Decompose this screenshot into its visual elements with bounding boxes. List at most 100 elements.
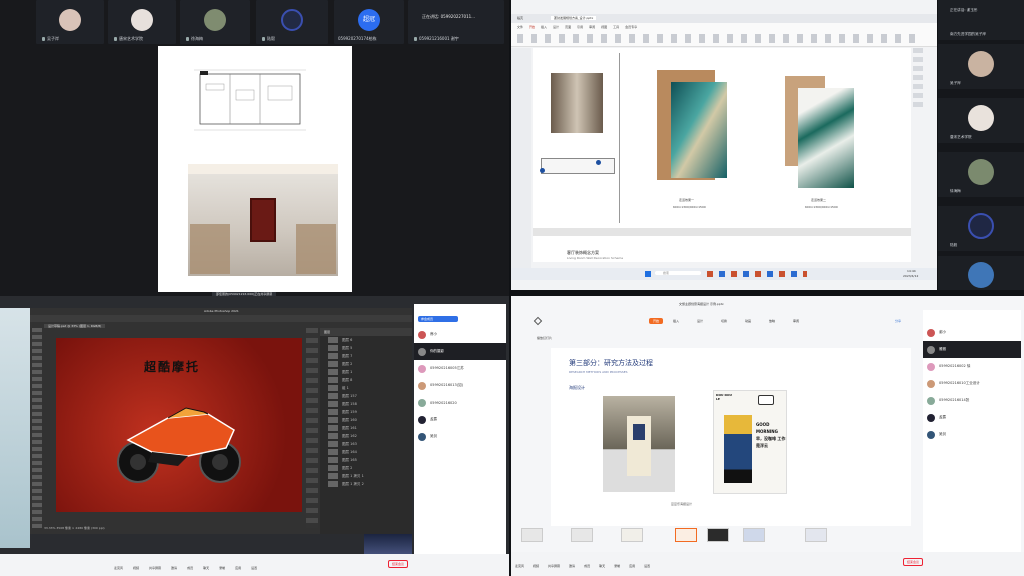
member-row[interactable]: 你的摄影 [414, 343, 506, 360]
layer-row[interactable]: 图层 160 [320, 416, 412, 424]
menu-file[interactable]: 文件 [517, 25, 523, 29]
member-row[interactable]: 059920216014张 [923, 392, 1021, 409]
layer-row[interactable]: 图层 5 [320, 344, 412, 352]
invite-button[interactable]: 邀请 [171, 566, 177, 570]
record-button[interactable]: 录制 [219, 566, 225, 570]
video-tile[interactable]: 徐海梅 [180, 0, 250, 44]
members-button[interactable]: 成员 [584, 564, 590, 568]
chat-button[interactable]: 聊天 [203, 566, 209, 570]
member-row[interactable]: 059920216005江苏 [414, 360, 506, 377]
participant-tile[interactable]: 吴子岸 [938, 44, 1024, 89]
menu-insert[interactable]: 插入 [541, 25, 547, 29]
video-tile[interactable]: 唐宋艺术学院 [108, 0, 176, 44]
layer-row[interactable]: 图层 161 [320, 424, 412, 432]
members-button[interactable]: 成员 [187, 566, 193, 570]
video-tile[interactable]: 陆毅 [256, 0, 328, 44]
slide-title: 第三部分：研究方法及过程 [569, 359, 653, 367]
layer-row[interactable]: 图层 8 [320, 376, 412, 384]
member-row[interactable]: 059920216002 徐 [923, 358, 1021, 375]
layer-row[interactable]: 图层 2 [320, 360, 412, 368]
member-row[interactable]: 睿小 [414, 326, 506, 343]
ps-options-bar [30, 315, 412, 322]
menu-member[interactable]: 会员专享 [625, 25, 637, 29]
video-button[interactable]: 视频 [133, 566, 139, 570]
ribbon-tab-review[interactable]: 审阅 [793, 319, 799, 323]
layer-row[interactable]: 图层 6 [320, 336, 412, 344]
participant-tile[interactable]: 陆毅 [938, 206, 1024, 251]
ribbon-tab-design[interactable]: 设计 [697, 319, 703, 323]
share-button[interactable]: 分享 [895, 319, 901, 323]
end-meeting-button[interactable]: 结束会议 [388, 560, 409, 568]
menu-home[interactable]: 开始 [529, 25, 535, 29]
video-button[interactable]: 视频 [533, 564, 539, 568]
layer-row[interactable]: 图层 2 [320, 464, 412, 472]
settings-button[interactable]: 设置 [644, 564, 650, 568]
layer-row[interactable]: 图层 1 拷贝 2 [320, 480, 412, 488]
ribbon-tab-home[interactable]: 开始 [649, 318, 664, 324]
share-screen-button[interactable]: 共享屏幕 [548, 564, 560, 568]
layer-row[interactable]: 图层 164 [320, 448, 412, 456]
member-row[interactable]: 谢小 [923, 324, 1021, 341]
layer-row[interactable]: 图层 159 [320, 408, 412, 416]
invite-button[interactable]: 邀请 [569, 564, 575, 568]
tab-2[interactable]: 蓬勃发展规划方案_设计.pptx [551, 16, 597, 20]
close-icon[interactable] [533, 316, 543, 326]
menu-review[interactable]: 审阅 [589, 25, 595, 29]
layer-row[interactable]: 图层 7 [320, 352, 412, 360]
video-tile[interactable]: 超冠 059920270174柏栋 [334, 0, 404, 44]
member-row[interactable]: 059920216013(如) [414, 377, 506, 394]
video-tile[interactable]: 正在讲话: 059920227011... 059921216001 谢宇 [408, 0, 504, 44]
settings-button[interactable]: 设置 [251, 566, 257, 570]
menu-tools[interactable]: 工具 [613, 25, 619, 29]
layer-row[interactable]: 图层 1 拷贝 1 [320, 472, 412, 480]
menu-page[interactable]: 页面 [565, 25, 571, 29]
video-tile[interactable]: 吴子岸 [36, 0, 104, 44]
member-row[interactable]: 059920216020 [414, 394, 506, 411]
ribbon-tab-slideshow[interactable]: 放映 [769, 319, 775, 323]
participant-tile[interactable] [938, 256, 1024, 290]
ps-document-tab[interactable]: 设计草稿.psd @ 33% (图层 1, RGB/8) [44, 324, 106, 328]
member-row[interactable]: 孟露 [414, 411, 506, 428]
layer-row[interactable]: 图层 165 [320, 456, 412, 464]
layer-row[interactable]: 组 1 [320, 384, 412, 392]
ribbon-tab-transition[interactable]: 切换 [721, 319, 727, 323]
ribbon-tab-animation[interactable]: 动画 [745, 319, 751, 323]
layer-row[interactable]: 图层 158 [320, 400, 412, 408]
ps-toolbox[interactable] [32, 328, 42, 528]
layer-row[interactable]: 图层 163 [320, 440, 412, 448]
member-row[interactable]: 059920216010工业设计 [923, 375, 1021, 392]
slide-thumbnail[interactable] [707, 528, 729, 542]
member-row[interactable]: 吴剑 [923, 426, 1021, 443]
member-row[interactable]: 吴剑 [414, 428, 506, 445]
chat-button[interactable]: 聊天 [599, 564, 605, 568]
layer-row[interactable]: 图层 162 [320, 432, 412, 440]
layer-row[interactable]: 图层 157 [320, 392, 412, 400]
slide-thumbnail[interactable] [621, 528, 643, 542]
taskbar-search[interactable]: 搜索 [655, 271, 701, 275]
member-row[interactable]: 雅雅 [923, 341, 1021, 358]
participant-tile[interactable]: 唐宋艺术学院 [938, 98, 1024, 143]
ribbon-tab-insert[interactable]: 插入 [673, 319, 679, 323]
mic-button[interactable]: 麦克风 [114, 566, 123, 570]
member-row[interactable]: 孟露 [923, 409, 1021, 426]
participant-tile[interactable]: 正在讲话: 谢玉彤 南方先进学园的吴子岸 [938, 0, 1024, 40]
apps-button[interactable]: 应用 [235, 566, 241, 570]
slide-thumbnail[interactable] [675, 528, 697, 542]
menu-design[interactable]: 设计 [553, 25, 559, 29]
slide-thumbnail[interactable] [571, 528, 593, 542]
menu-view[interactable]: 视图 [601, 25, 607, 29]
slide-thumbnail[interactable] [805, 528, 827, 542]
slide-thumbnail[interactable] [521, 528, 543, 542]
windows-start-icon[interactable] [645, 271, 651, 277]
menu-reference[interactable]: 引用 [577, 25, 583, 29]
end-meeting-button[interactable]: 结束会议 [903, 558, 924, 566]
slide-thumbnail[interactable] [743, 528, 765, 542]
participant-tile[interactable]: 徐海梅 [938, 152, 1024, 197]
share-screen-button[interactable]: 共享屏幕 [149, 566, 161, 570]
play-slideshow-button[interactable]: 播放幻灯片 [537, 336, 552, 340]
apps-button[interactable]: 应用 [629, 564, 635, 568]
mic-button[interactable]: 麦克风 [515, 564, 524, 568]
record-button[interactable]: 录制 [614, 564, 620, 568]
tab-1[interactable]: 稻壳 [517, 16, 523, 20]
layer-row[interactable]: 图层 1 [320, 368, 412, 376]
